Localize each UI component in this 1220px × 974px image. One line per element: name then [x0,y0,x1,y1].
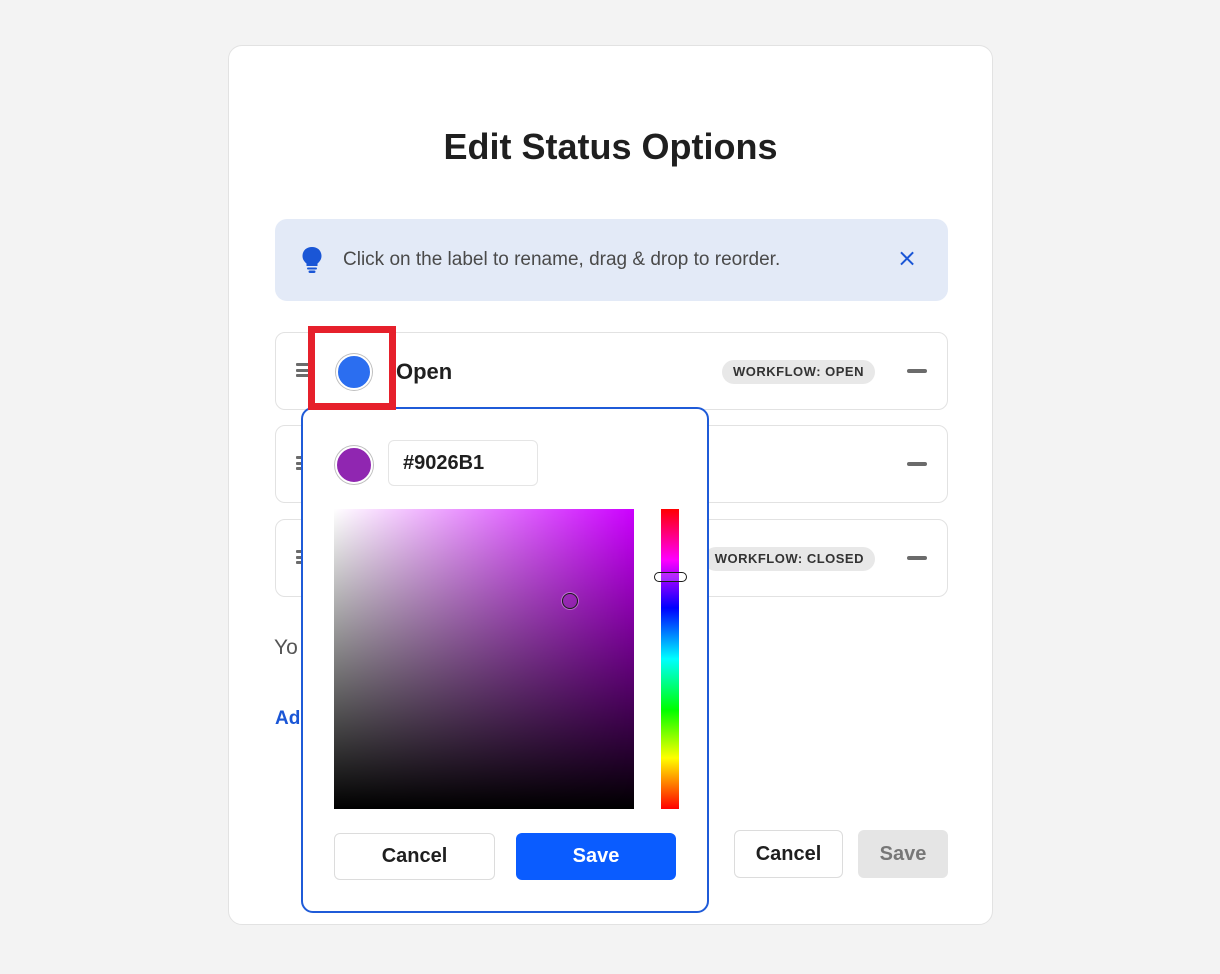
close-icon[interactable]: × [894,245,920,271]
workflow-badge: WORKFLOW: CLOSED [703,547,875,571]
info-banner-text: Click on the label to rename, drag & dro… [343,249,781,270]
saturation-value-area[interactable] [334,509,634,809]
status-label[interactable]: Open [396,359,452,385]
remove-icon[interactable] [907,462,927,466]
color-cursor[interactable] [562,593,578,609]
picker-cancel-button[interactable]: Cancel [334,833,495,880]
dialog-title: Edit Status Options [443,126,778,167]
color-picker-popover: Cancel Save [301,407,709,913]
picker-save-button[interactable]: Save [516,833,676,880]
hex-color-input[interactable] [388,440,538,486]
status-color-swatch[interactable] [336,354,372,390]
drag-handle-icon[interactable] [296,363,310,377]
remove-icon[interactable] [907,556,927,560]
hue-slider-handle[interactable] [654,572,687,582]
hue-slider[interactable] [661,509,679,809]
add-status-link[interactable]: Ad [275,708,300,730]
remove-icon[interactable] [907,369,927,373]
lightbulb-icon [302,247,322,273]
info-banner: Click on the label to rename, drag & dro… [275,219,948,301]
selected-color-swatch [335,446,373,484]
status-row-open[interactable]: Open WORKFLOW: OPEN [275,332,948,410]
cancel-button[interactable]: Cancel [734,830,843,878]
save-button[interactable]: Save [858,830,948,878]
workflow-badge: WORKFLOW: OPEN [722,360,875,384]
limit-text: Yo [274,636,298,659]
